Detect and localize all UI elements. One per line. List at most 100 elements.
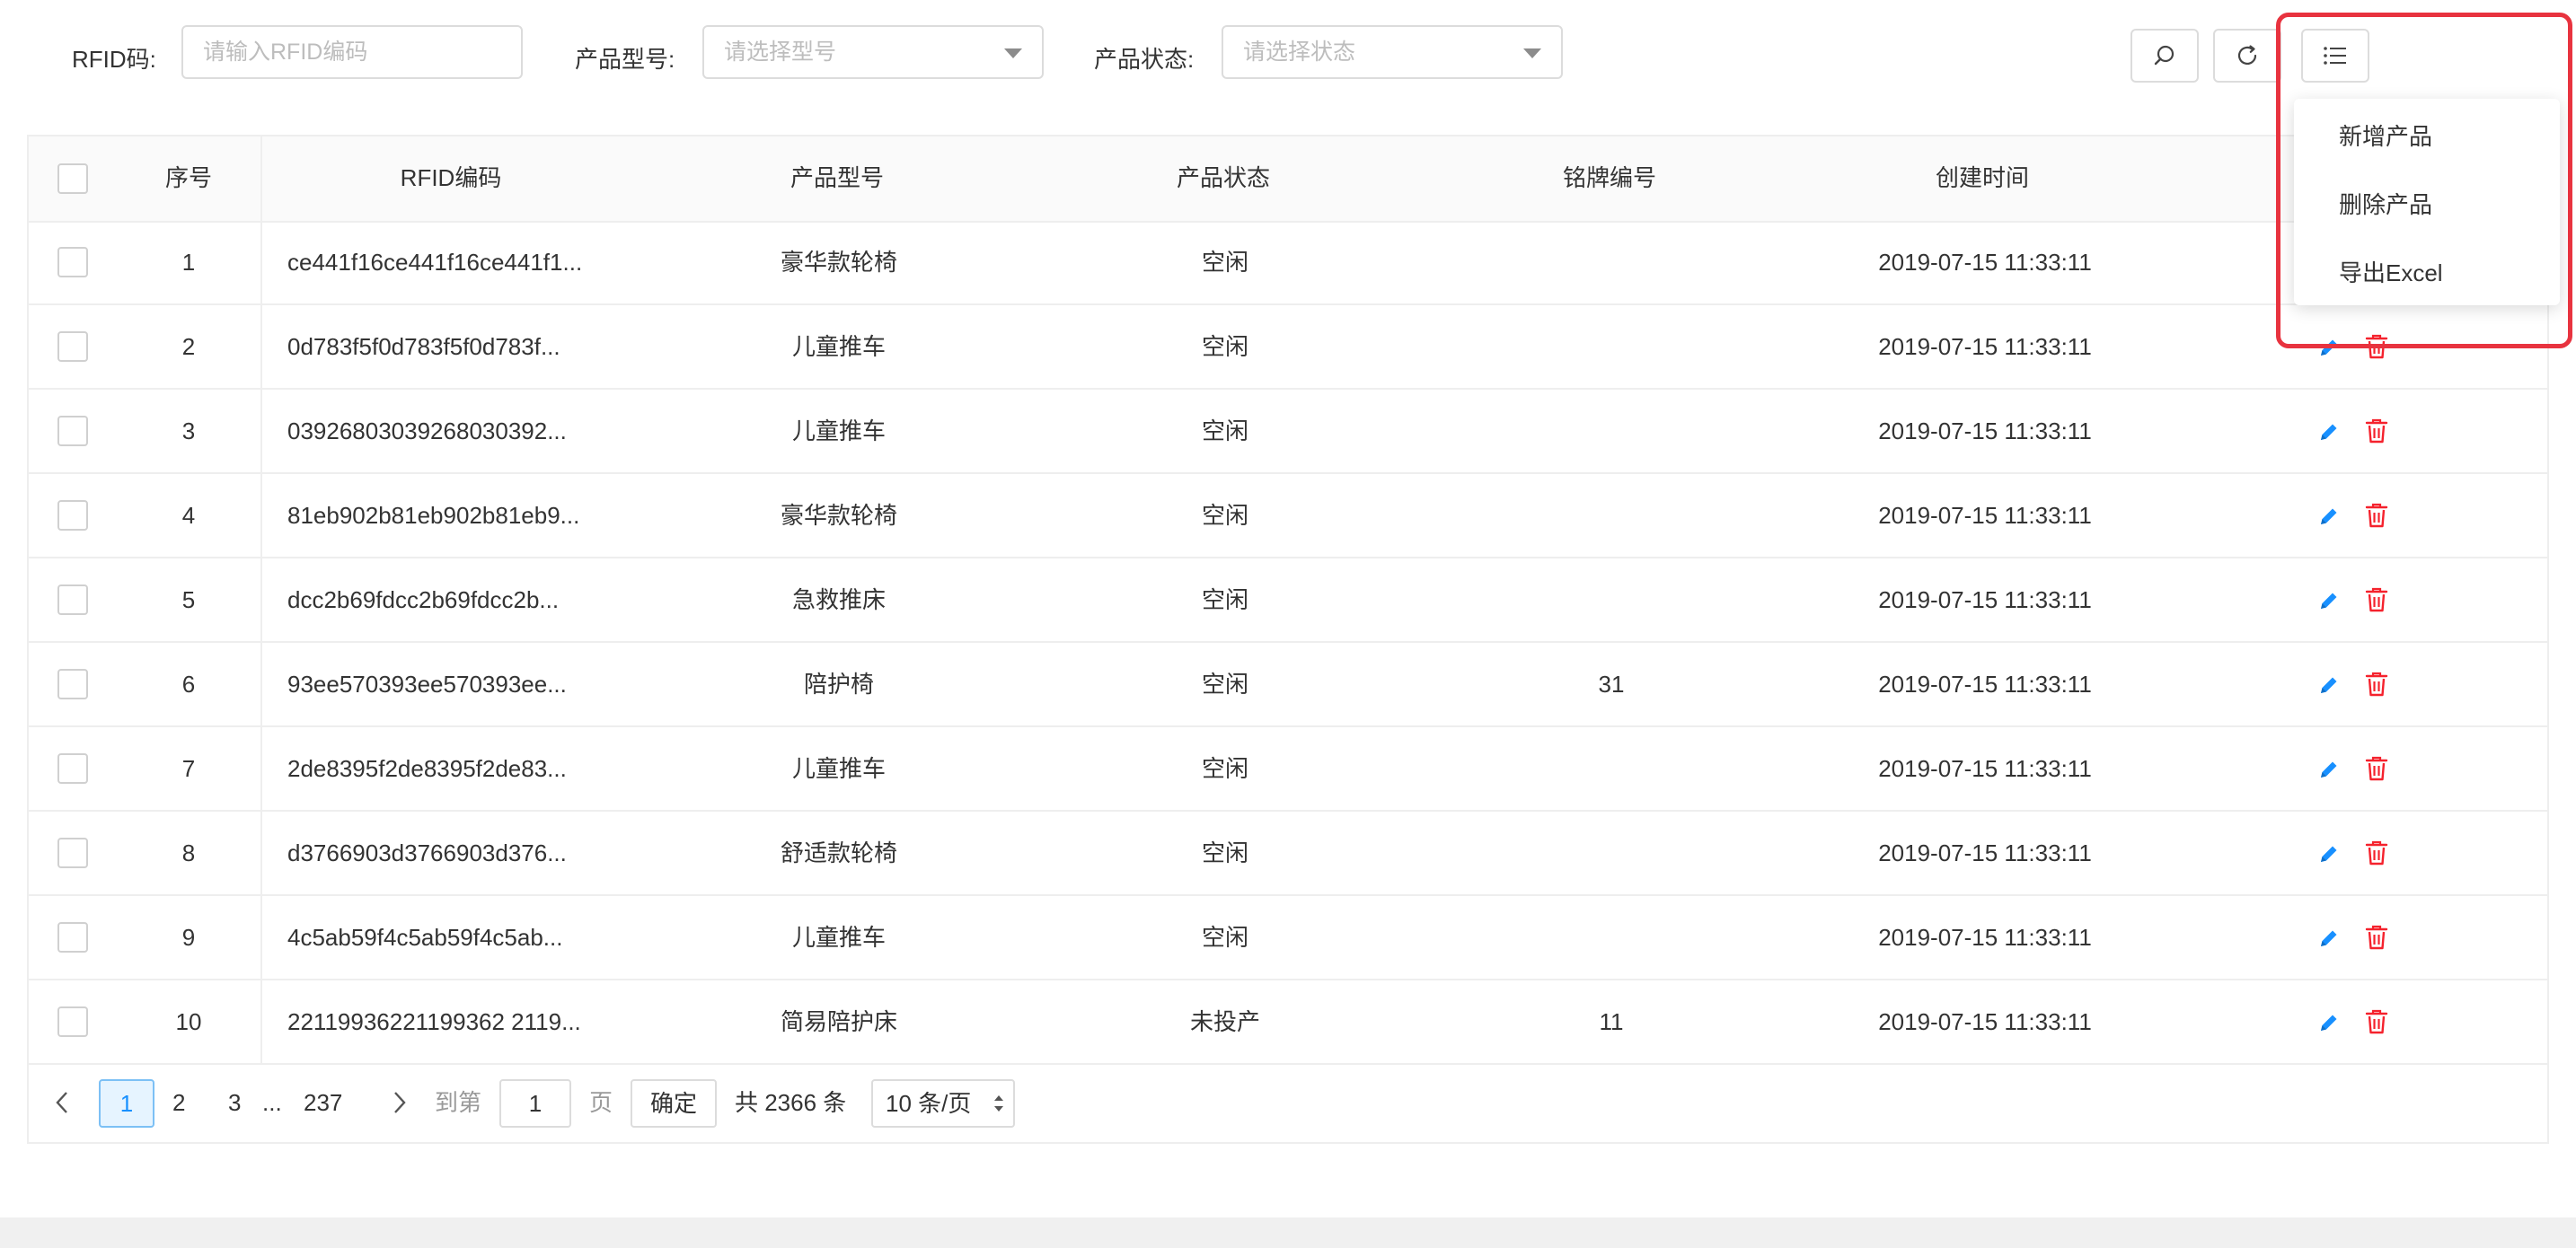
table-row: 2 0d783f5f0d783f5f0d783f... 儿童推车 空闲 2019-07-…: [29, 305, 2547, 390]
model-select-placeholder: 请选择型号: [724, 40, 837, 65]
trash-icon: [2364, 418, 2389, 448]
cell-index: 2: [181, 333, 196, 360]
delete-button[interactable]: [2364, 586, 2389, 618]
cell-model: 儿童推车: [791, 417, 887, 444]
cell-model: 陪护椅: [803, 671, 875, 698]
cell-created: 2019-07-15 11:33:11: [1878, 586, 2092, 613]
goto-page-input[interactable]: 1: [499, 1079, 571, 1128]
cell-rfid: d3766903d3766903d376...: [287, 839, 567, 866]
chevron-down-icon: [1004, 48, 1022, 58]
status-filter-label: 产品状态:: [1094, 46, 1195, 73]
cell-nameplate: 11: [1599, 1008, 1624, 1035]
table-row: 1 ce441f16ce441f16ce441f1... 豪华款轮椅 空闲 2019-0…: [29, 221, 2547, 305]
row-checkbox[interactable]: [57, 838, 88, 868]
edit-button[interactable]: [2317, 505, 2341, 532]
cell-rfid: ce441f16ce441f16ce441f1...: [287, 249, 583, 276]
edit-icon: [2317, 424, 2341, 447]
cell-created: 2019-07-15 11:33:11: [1878, 671, 2092, 698]
table-row: 3 03926803039268030392... 儿童推车 空闲 2019-07-15…: [29, 390, 2547, 474]
edit-button[interactable]: [2317, 758, 2341, 786]
cell-index: 8: [181, 839, 196, 866]
edit-icon: [2317, 846, 2341, 869]
select-all-checkbox[interactable]: [57, 163, 88, 194]
delete-button[interactable]: [2364, 924, 2389, 955]
cell-model: 豪华款轮椅: [780, 249, 898, 276]
page-last-button[interactable]: 237: [304, 1086, 342, 1119]
edit-icon: [2317, 1015, 2341, 1038]
delete-button[interactable]: [2364, 502, 2389, 533]
edit-button[interactable]: [2317, 1011, 2341, 1039]
header-model: 产品型号: [790, 164, 885, 191]
delete-button[interactable]: [2364, 417, 2389, 449]
cell-status: 空闲: [1201, 249, 1249, 276]
cell-rfid: dcc2b69fdcc2b69fdcc2b...: [287, 586, 560, 613]
status-select[interactable]: 请选择状态: [1222, 25, 1563, 79]
cell-model: 豪华款轮椅: [780, 502, 898, 529]
cell-created: 2019-07-15 11:33:11: [1878, 839, 2092, 866]
trash-icon: [2364, 334, 2389, 364]
edit-icon: [2317, 593, 2341, 616]
cell-model: 简易陪护床: [780, 1008, 898, 1035]
row-checkbox[interactable]: [57, 669, 88, 699]
refresh-icon: [2237, 45, 2257, 66]
row-checkbox[interactable]: [57, 416, 88, 446]
menu-item-delete-product[interactable]: 删除产品: [2339, 189, 2432, 221]
edit-button[interactable]: [2317, 336, 2341, 364]
menu-item-add-product[interactable]: 新增产品: [2339, 120, 2432, 153]
row-checkbox[interactable]: [57, 922, 88, 953]
delete-button[interactable]: [2364, 333, 2389, 365]
cell-index: 10: [175, 1008, 202, 1035]
row-checkbox[interactable]: [57, 331, 88, 362]
cell-status: 空闲: [1201, 417, 1249, 444]
delete-button[interactable]: [2364, 839, 2389, 871]
page-2-button[interactable]: 2: [172, 1086, 185, 1119]
trash-icon: [2364, 840, 2389, 870]
prev-page-button[interactable]: [54, 1090, 72, 1120]
page-1-button[interactable]: 1: [99, 1079, 154, 1128]
header-status: 产品状态: [1176, 164, 1271, 191]
page-3-button[interactable]: 3: [228, 1086, 241, 1119]
cell-created: 2019-07-15 11:33:11: [1878, 924, 2092, 951]
menu-item-export-excel[interactable]: 导出Excel: [2339, 257, 2443, 289]
edit-button[interactable]: [2317, 927, 2341, 954]
trash-icon: [2364, 1009, 2389, 1039]
edit-button[interactable]: [2317, 589, 2341, 617]
edit-button[interactable]: [2317, 420, 2341, 448]
row-checkbox[interactable]: [57, 247, 88, 277]
rfid-input-wrapper[interactable]: [181, 25, 523, 79]
chevron-right-icon: [394, 1092, 406, 1113]
table-row: 9 4c5ab59f4c5ab59f4c5ab... 儿童推车 空闲 2019-07-1…: [29, 896, 2547, 980]
cell-nameplate: 31: [1598, 671, 1625, 698]
edit-button[interactable]: [2317, 673, 2341, 701]
cell-created: 2019-07-15 11:33:11: [1878, 333, 2092, 360]
page-size-select[interactable]: 10 条/页: [871, 1079, 1015, 1128]
model-select[interactable]: 请选择型号: [702, 25, 1044, 79]
next-page-button[interactable]: [390, 1090, 408, 1120]
edit-icon: [2317, 761, 2341, 785]
search-button[interactable]: [2130, 29, 2199, 83]
delete-button[interactable]: [2364, 755, 2389, 787]
row-checkbox[interactable]: [57, 500, 88, 531]
row-checkbox[interactable]: [57, 584, 88, 615]
table-row: 4 81eb902b81eb902b81eb9... 豪华款轮椅 空闲 2019-07-…: [29, 474, 2547, 558]
rfid-input[interactable]: [203, 27, 501, 78]
cell-status: 空闲: [1201, 671, 1249, 698]
cell-rfid: 81eb902b81eb902b81eb9...: [287, 502, 580, 529]
delete-button[interactable]: [2364, 1008, 2389, 1040]
header-rfid: RFID编码: [400, 164, 502, 191]
row-checkbox[interactable]: [57, 1006, 88, 1037]
header-created: 创建时间: [1935, 164, 2030, 191]
table-row: 5 dcc2b69fdcc2b69fdcc2b... 急救推床 空闲 2019-07-1…: [29, 558, 2547, 643]
row-checkbox[interactable]: [57, 753, 88, 784]
cell-rfid: 4c5ab59f4c5ab59f4c5ab...: [287, 924, 563, 951]
table-row: 6 93ee570393ee570393ee... 陪护椅 空闲 31 2019-07-1…: [29, 643, 2547, 727]
cell-index: 7: [181, 755, 196, 782]
refresh-button[interactable]: [2213, 29, 2281, 83]
cell-model: 儿童推车: [791, 333, 887, 360]
more-actions-button[interactable]: [2301, 29, 2369, 83]
rfid-filter-label: RFID码:: [72, 46, 156, 73]
edit-button[interactable]: [2317, 842, 2341, 870]
delete-button[interactable]: [2364, 671, 2389, 702]
goto-confirm-button[interactable]: 确定: [631, 1079, 717, 1128]
list-icon: [2324, 47, 2346, 65]
